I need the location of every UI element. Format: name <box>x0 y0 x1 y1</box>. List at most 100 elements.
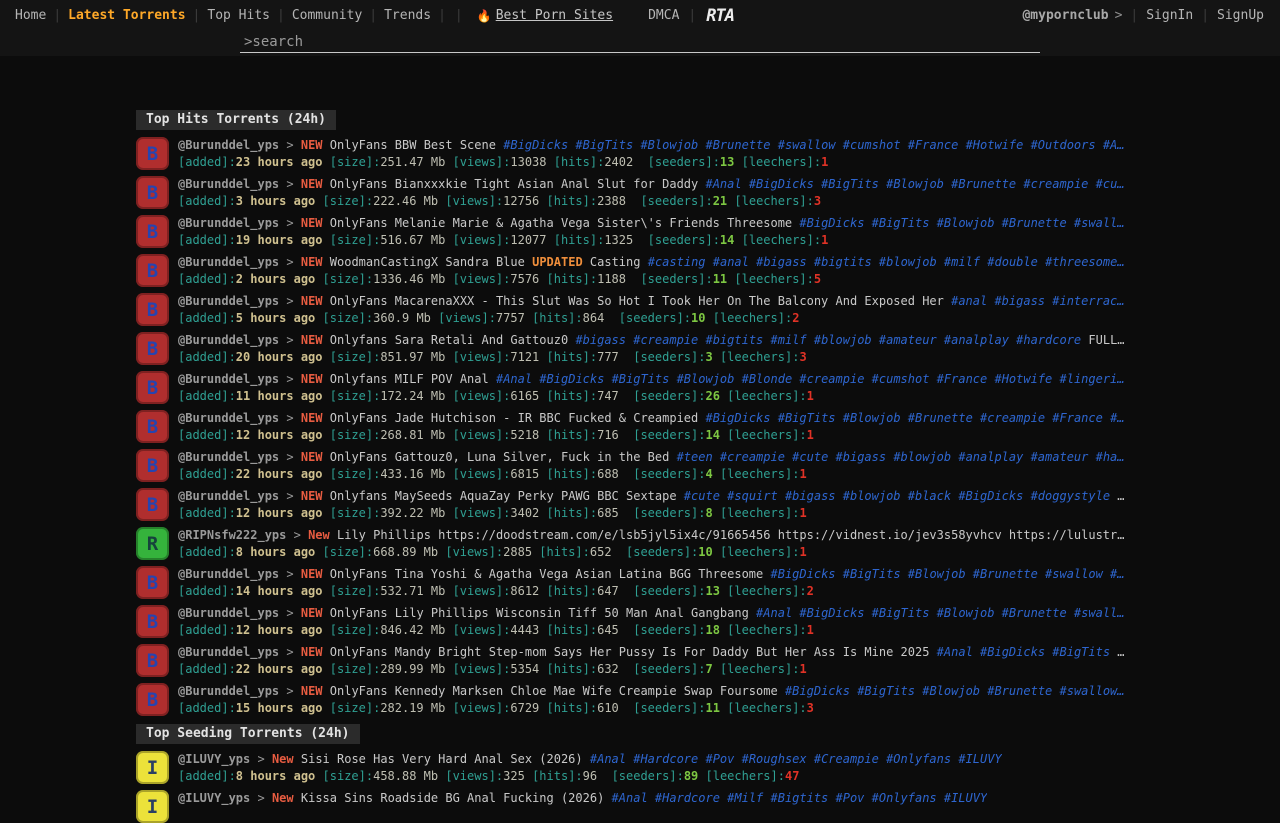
torrent-tags[interactable]: #casting #anal #bigass #bigtits #blowjob… <box>648 255 1125 269</box>
torrent-title[interactable]: OnlyFans BBW Best Scene <box>330 138 496 152</box>
uploader-avatar[interactable]: B <box>136 488 169 521</box>
section-header-top-hits: Top Hits Torrents (24h) <box>136 110 336 130</box>
hits-label: [hits]: <box>547 272 598 286</box>
added-value: 8 hours ago <box>236 545 315 559</box>
torrent-title[interactable]: Casting <box>590 255 641 269</box>
uploader-handle[interactable]: @Burunddel_yps <box>178 411 279 425</box>
uploader-handle[interactable]: @Burunddel_yps <box>178 372 279 386</box>
seeders-value: 14 <box>705 428 719 442</box>
torrent-title[interactable]: OnlyFans Lily Phillips Wisconsin Tiff 50… <box>330 606 749 620</box>
torrent-tags[interactable]: #BigDicks #BigTits #Blowjob #Brunette #s… <box>503 138 1124 152</box>
torrent-tags[interactable]: #anal #bigass #interrac… <box>951 294 1124 308</box>
search-input[interactable] <box>240 31 1040 53</box>
torrent-tags[interactable]: #BigDicks #BigTits #Blowjob #Brunette #s… <box>785 684 1125 698</box>
torrent-title[interactable]: Sisi Rose Has Very Hard Anal Sex (2026) <box>301 752 583 766</box>
torrent-title[interactable]: Lily Phillips https://doodstream.com/e/l… <box>337 528 1124 542</box>
views-label: [views]: <box>453 233 511 247</box>
seeders-label: [seeders]: <box>633 389 705 403</box>
leechers-value: 1 <box>821 233 828 247</box>
uploader-handle[interactable]: @RIPNsfw222_yps <box>178 528 286 542</box>
views-value: 7576 <box>510 272 539 286</box>
torrent-tags[interactable]: #Anal #BigDicks #BigTits #Blowjob #Brune… <box>756 606 1124 620</box>
nav-home[interactable]: Home <box>8 8 53 23</box>
uploader-handle[interactable]: @Burunddel_yps <box>178 489 279 503</box>
uploader-handle[interactable]: @Burunddel_yps <box>178 216 279 230</box>
torrent-title[interactable]: OnlyFans Bianxxxkie Tight Asian Anal Slu… <box>330 177 698 191</box>
uploader-handle[interactable]: @Burunddel_yps <box>178 567 279 581</box>
torrent-tags[interactable]: #Anal #Hardcore #Milf #Bigtits #Pov #Onl… <box>612 791 988 805</box>
uploader-handle[interactable]: @Burunddel_yps <box>178 255 279 269</box>
uploader-handle[interactable]: @ILUVY_yps <box>178 752 250 766</box>
uploader-avatar[interactable]: B <box>136 254 169 287</box>
nav-top-hits[interactable]: Top Hits <box>200 8 277 23</box>
uploader-handle[interactable]: @Burunddel_yps <box>178 606 279 620</box>
uploader-avatar[interactable]: B <box>136 176 169 209</box>
torrent-title[interactable]: OnlyFans Mandy Bright Step-mom Says Her … <box>330 645 930 659</box>
torrent-title[interactable]: OnlyFans Kennedy Marksen Chloe Mae Wife … <box>330 684 778 698</box>
nav-dmca[interactable]: DMCA <box>639 8 688 23</box>
torrent-title[interactable]: OnlyFans MacarenaXXX - This Slut Was So … <box>330 294 944 308</box>
torrent-title[interactable]: OnlyFans Melanie Marie & Agatha Vega Sis… <box>330 216 792 230</box>
uploader-avatar[interactable]: I <box>136 751 169 784</box>
torrent-tags[interactable]: #Anal #Hardcore #Pov #Roughsex #Creampie… <box>590 752 1002 766</box>
uploader-avatar[interactable]: B <box>136 332 169 365</box>
uploader-avatar[interactable]: I <box>136 790 169 823</box>
nav-community[interactable]: Community <box>285 8 369 23</box>
signin-link[interactable]: SignIn <box>1138 8 1201 23</box>
torrent-text: @Burunddel_yps > NEW OnlyFans Lily Phill… <box>178 605 1125 638</box>
views-value: 7121 <box>510 350 539 364</box>
torrent-title[interactable]: OnlyFans Tina Yoshi & Agatha Vega Asian … <box>330 567 763 581</box>
uploader-avatar[interactable]: B <box>136 410 169 443</box>
signup-link[interactable]: SignUp <box>1209 8 1272 23</box>
uploader-avatar[interactable]: R <box>136 527 169 560</box>
torrent-title[interactable]: Kissa Sins Roadside BG Anal Fucking (202… <box>301 791 604 805</box>
uploader-handle[interactable]: @Burunddel_yps <box>178 177 279 191</box>
uploader-handle[interactable]: @ILUVY_yps <box>178 791 250 805</box>
uploader-handle[interactable]: @Burunddel_yps <box>178 645 279 659</box>
size-value: 392.22 Mb <box>380 506 445 520</box>
added-value: 12 hours ago <box>236 506 323 520</box>
torrent-title[interactable]: Onlyfans Sara Retali And Gattouz0 <box>330 333 568 347</box>
uploader-handle[interactable]: @Burunddel_yps <box>178 138 279 152</box>
uploader-avatar[interactable]: B <box>136 371 169 404</box>
uploader-avatar[interactable]: B <box>136 449 169 482</box>
nav-best-porn-sites[interactable]: Best Porn Sites <box>496 8 619 23</box>
torrent-text: @Burunddel_yps > NEW OnlyFans BBW Best S… <box>178 137 1125 170</box>
torrent-row: R@RIPNsfw222_yps > New Lily Phillips htt… <box>136 527 1148 560</box>
uploader-avatar[interactable]: B <box>136 683 169 716</box>
uploader-avatar[interactable]: B <box>136 566 169 599</box>
leechers-label: [leechers]: <box>720 350 799 364</box>
torrent-tags[interactable]: #BigDicks #BigTits #Blowjob #Brunette #c… <box>705 411 1124 425</box>
torrent-title[interactable]: Onlyfans MILF POV Anal <box>330 372 489 386</box>
torrent-title[interactable]: Onlyfans MaySeeds AquaZay Perky PAWG BBC… <box>330 489 677 503</box>
seeders-value: 8 <box>705 506 712 520</box>
uploader-handle[interactable]: @Burunddel_yps <box>178 684 279 698</box>
torrent-title[interactable]: WoodmanCastingX Sandra Blue <box>330 255 525 269</box>
hits-label: [hits]: <box>547 506 598 520</box>
uploader-avatar[interactable]: B <box>136 137 169 170</box>
torrent-title[interactable]: OnlyFans Jade Hutchison - IR BBC Fucked … <box>330 411 698 425</box>
account-area: @mypornclub>|SignIn|SignUp <box>1016 8 1272 23</box>
nav-trends[interactable]: Trends <box>377 8 438 23</box>
uploader-avatar[interactable]: B <box>136 215 169 248</box>
torrent-tags[interactable]: #cute #squirt #bigass #blowjob #black #B… <box>684 489 1110 503</box>
torrent-tags[interactable]: #bigass #creampie #bigtits #milf #blowjo… <box>575 333 1081 347</box>
torrent-tags[interactable]: #BigDicks #BigTits #Blowjob #Brunette #s… <box>799 216 1124 230</box>
uploader-avatar[interactable]: B <box>136 644 169 677</box>
leechers-label: [leechers]: <box>727 428 806 442</box>
torrent-title-line: @Burunddel_yps > NEW Onlyfans Sara Retal… <box>178 332 1125 349</box>
torrent-tags[interactable]: #Anal #BigDicks #BigTits <box>937 645 1110 659</box>
uploader-avatar[interactable]: B <box>136 293 169 326</box>
uploader-handle[interactable]: @Burunddel_yps <box>178 450 279 464</box>
nav-latest-torrents[interactable]: Latest Torrents <box>61 8 192 23</box>
torrent-tags[interactable]: #Anal #BigDicks #BigTits #Blowjob #Blond… <box>496 372 1125 386</box>
uploader-avatar[interactable]: B <box>136 605 169 638</box>
site-handle[interactable]: @mypornclub <box>1016 8 1114 23</box>
rta-logo: RTA <box>706 6 734 26</box>
torrent-tags[interactable]: #BigDicks #BigTits #Blowjob #Brunette #s… <box>771 567 1125 581</box>
torrent-tags[interactable]: #Anal #BigDicks #BigTits #Blowjob #Brune… <box>705 177 1124 191</box>
torrent-title[interactable]: OnlyFans Gattouz0, Luna Silver, Fuck in … <box>330 450 670 464</box>
torrent-tags[interactable]: #teen #creampie #cute #bigass #blowjob #… <box>677 450 1125 464</box>
uploader-handle[interactable]: @Burunddel_yps <box>178 294 279 308</box>
uploader-handle[interactable]: @Burunddel_yps <box>178 333 279 347</box>
